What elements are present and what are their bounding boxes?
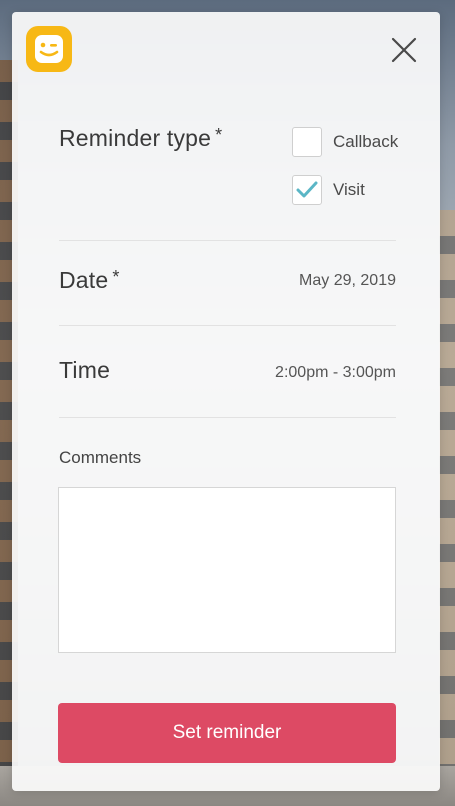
- set-reminder-button[interactable]: Set reminder: [58, 703, 396, 763]
- background-building-right: [439, 210, 455, 790]
- reminder-type-label: Reminder type *: [59, 125, 222, 152]
- time-label: Time: [59, 357, 111, 383]
- reminder-dialog: Reminder type * Callback Visit Date * May …: [12, 12, 440, 791]
- smiley-wink-icon: [26, 26, 72, 72]
- close-icon: [391, 37, 417, 63]
- visit-checkbox[interactable]: [292, 175, 322, 205]
- comments-label: Comments: [59, 448, 142, 467]
- comments-input[interactable]: [58, 487, 396, 653]
- date-value[interactable]: May 29, 2019: [299, 272, 396, 290]
- required-mark: *: [215, 125, 223, 145]
- reminder-type-text: Reminder type: [59, 125, 212, 151]
- divider: [59, 325, 396, 326]
- time-value[interactable]: 2:00pm - 3:00pm: [275, 364, 396, 382]
- visit-label: Visit: [333, 180, 365, 199]
- callback-option[interactable]: Callback: [292, 126, 398, 158]
- checkmark-icon: [296, 181, 318, 198]
- date-label: Date *: [59, 267, 120, 294]
- visit-option[interactable]: Visit: [292, 174, 365, 206]
- callback-label: Callback: [333, 132, 399, 151]
- divider: [59, 240, 396, 241]
- required-mark: *: [112, 267, 120, 287]
- divider: [59, 417, 396, 418]
- close-button[interactable]: [390, 36, 418, 64]
- callback-checkbox[interactable]: [292, 127, 322, 157]
- date-label-text: Date: [59, 267, 109, 293]
